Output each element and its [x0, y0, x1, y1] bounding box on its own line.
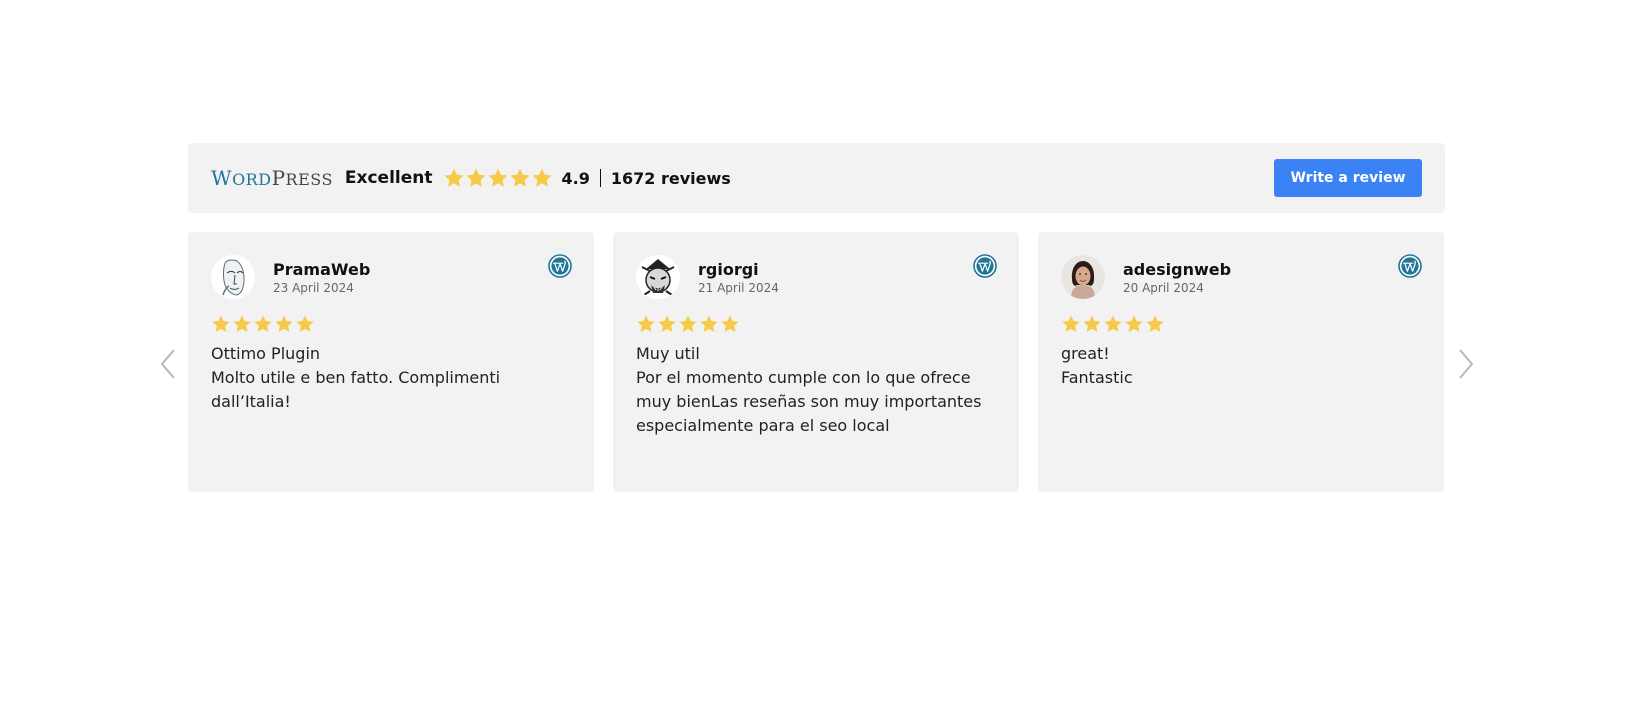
wordpress-icon	[548, 254, 572, 278]
star-icon	[443, 167, 465, 189]
star-icon	[295, 314, 315, 334]
review-count: 1672 reviews	[610, 168, 731, 188]
star-icon	[1103, 314, 1123, 334]
review-date: 21 April 2024	[698, 280, 779, 295]
star-icon	[699, 314, 719, 334]
star-icon	[1124, 314, 1144, 334]
divider	[599, 169, 601, 187]
star-icon	[487, 167, 509, 189]
star-icon	[720, 314, 740, 334]
rating-label: Excellent	[344, 168, 433, 188]
reviews-widget: WORDPRESS Excellent 4.9 1672 reviews Wri…	[188, 143, 1445, 492]
star-icon	[509, 167, 531, 189]
star-icon	[253, 314, 273, 334]
star-icon	[1061, 314, 1081, 334]
star-icon	[1145, 314, 1165, 334]
review-card: PramaWeb 23 April 2024 Ottimo Plugin Mol…	[188, 232, 594, 492]
review-title: Ottimo Plugin	[211, 344, 321, 363]
review-title: Muy util	[636, 344, 700, 363]
review-author: rgiorgi	[698, 259, 759, 279]
woman-photo-avatar	[1061, 255, 1105, 299]
review-card: adesignweb 20 April 2024 great! Fantasti…	[1038, 232, 1444, 492]
summary-header: WORDPRESS Excellent 4.9 1672 reviews Wri…	[188, 143, 1445, 213]
wordpress-icon	[1398, 254, 1422, 278]
sketch-face-avatar	[211, 255, 255, 299]
samurai-avatar	[636, 255, 680, 299]
star-icon	[232, 314, 252, 334]
wordpress-logo: WORDPRESS	[211, 166, 333, 190]
review-text: Fantastic	[1061, 368, 1133, 387]
chevron-left-icon[interactable]	[158, 346, 178, 382]
star-icon	[1082, 314, 1102, 334]
review-date: 20 April 2024	[1123, 280, 1204, 295]
review-stars	[211, 314, 572, 334]
review-date: 23 April 2024	[273, 280, 354, 295]
wordpress-icon	[973, 254, 997, 278]
write-review-button[interactable]: Write a review	[1274, 159, 1422, 197]
summary-stars	[443, 167, 553, 189]
review-stars	[1061, 314, 1422, 334]
star-icon	[531, 167, 553, 189]
review-author: PramaWeb	[273, 259, 371, 279]
star-icon	[211, 314, 231, 334]
review-text: Molto utile e ben fatto. Complimenti dal…	[211, 368, 501, 411]
star-icon	[636, 314, 656, 334]
chevron-right-icon[interactable]	[1456, 346, 1476, 382]
star-icon	[274, 314, 294, 334]
review-cards: PramaWeb 23 April 2024 Ottimo Plugin Mol…	[188, 232, 1445, 492]
review-text: Por el momento cumple con lo que ofrece …	[636, 368, 982, 435]
star-icon	[678, 314, 698, 334]
review-card: rgiorgi 21 April 2024 Muy util Por el mo…	[613, 232, 1019, 492]
review-stars	[636, 314, 997, 334]
star-icon	[465, 167, 487, 189]
star-icon	[657, 314, 677, 334]
review-title: great!	[1061, 344, 1110, 363]
average-score: 4.9	[561, 168, 590, 188]
review-author: adesignweb	[1123, 259, 1232, 279]
